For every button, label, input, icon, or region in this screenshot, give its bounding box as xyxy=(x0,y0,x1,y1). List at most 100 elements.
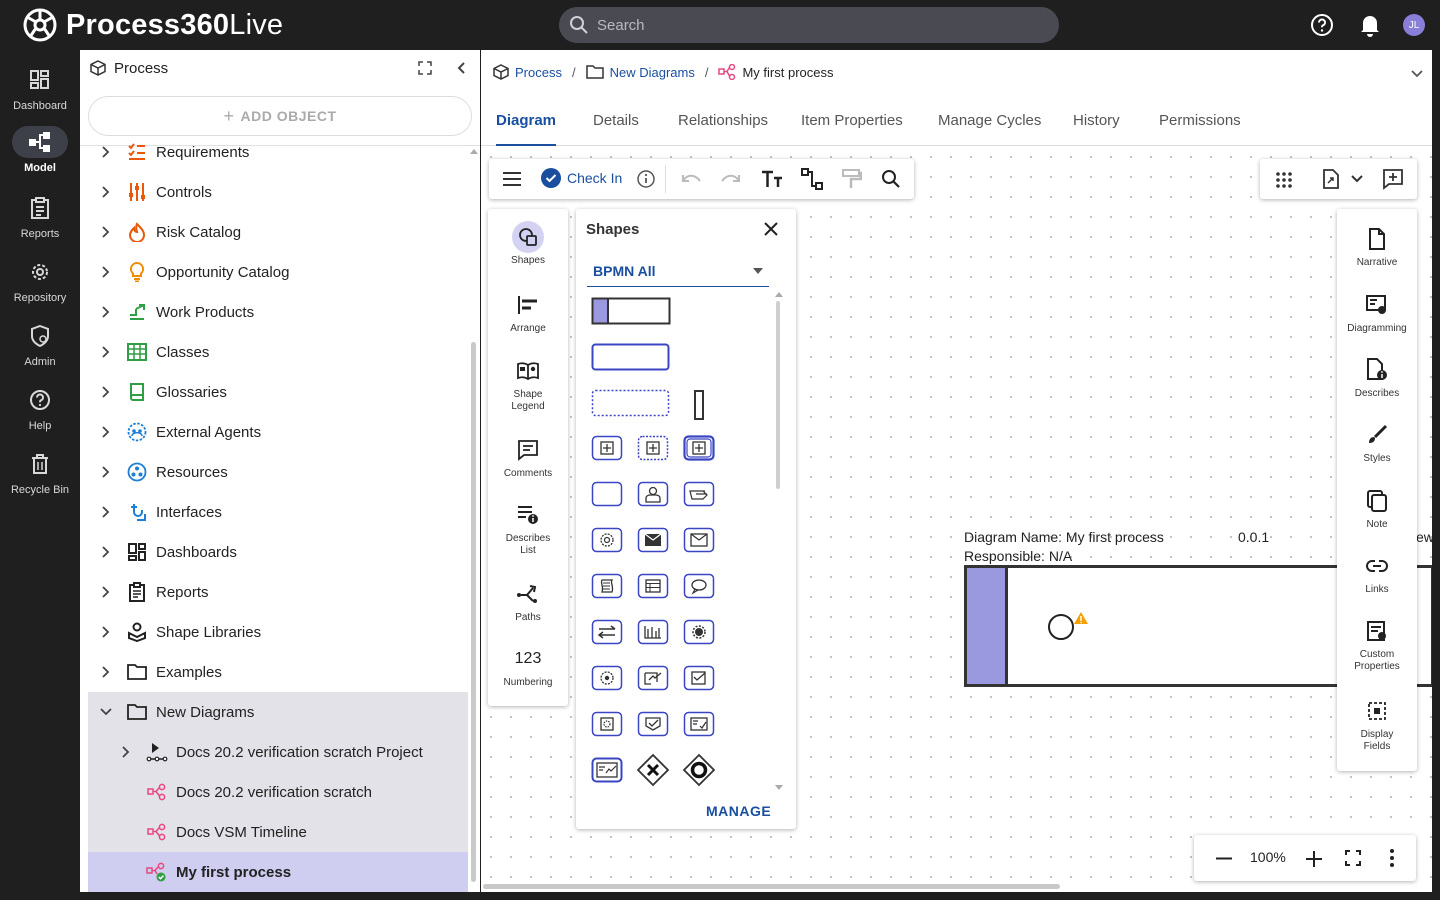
approval-task-shape[interactable] xyxy=(637,711,669,737)
panel-describes[interactable]: Describes xyxy=(1337,356,1417,400)
notifications-bell-icon[interactable] xyxy=(1359,13,1381,37)
tree-item-docs-20-2-verification-scratch[interactable]: Docs 20.2 verification scratch xyxy=(88,772,468,812)
nav-admin[interactable]: Admin xyxy=(0,320,80,384)
pool-header[interactable] xyxy=(967,568,1008,684)
tree-item-opportunity-catalog[interactable]: Opportunity Catalog xyxy=(88,252,468,292)
search-input[interactable] xyxy=(597,16,1017,34)
review-task-shape[interactable] xyxy=(683,711,715,737)
scroll-up-arrow-icon[interactable] xyxy=(775,291,783,297)
app-logo[interactable]: Process360Live xyxy=(22,7,283,43)
zoom-out-icon[interactable] xyxy=(1216,857,1232,860)
multi-instance-shape[interactable] xyxy=(591,665,623,691)
chevron-right-icon[interactable] xyxy=(96,546,116,558)
format-painter-icon[interactable] xyxy=(842,168,862,190)
tree-item-reports[interactable]: Reports xyxy=(88,572,468,612)
chevron-right-icon[interactable] xyxy=(96,146,116,158)
panel-links[interactable]: Links xyxy=(1337,552,1417,596)
redo-icon[interactable] xyxy=(720,171,742,185)
chevron-down-icon[interactable] xyxy=(1411,70,1423,78)
chevron-right-icon[interactable] xyxy=(96,666,116,678)
receive-task-shape[interactable] xyxy=(683,527,715,553)
expand-icon[interactable] xyxy=(418,61,432,75)
tree-item-classes[interactable]: Classes xyxy=(88,332,468,372)
signoff-task-shape[interactable] xyxy=(591,757,623,783)
panel-shape-legend[interactable]: Shape Legend xyxy=(488,357,568,413)
compensation-task-shape[interactable] xyxy=(591,711,623,737)
tab-diagram[interactable]: Diagram xyxy=(496,112,556,146)
apps-grid-icon[interactable] xyxy=(1275,171,1293,189)
panel-narrative[interactable]: Narrative xyxy=(1337,225,1417,269)
exchange-task-shape[interactable] xyxy=(591,619,623,645)
check-in-button[interactable]: Check In xyxy=(541,168,622,188)
chevron-right-icon[interactable] xyxy=(96,426,116,438)
tree-item-work-products[interactable]: Work Products xyxy=(88,292,468,332)
tree-item-docs-20-2-verification-scratch-project[interactable]: Docs 20.2 verification scratch Project xyxy=(88,732,468,772)
tree-item-external-agents[interactable]: External Agents xyxy=(88,412,468,452)
chevron-right-icon[interactable] xyxy=(96,466,116,478)
tree-item-shape-libraries[interactable]: Shape Libraries xyxy=(88,612,468,652)
menu-icon[interactable] xyxy=(502,171,522,187)
help-icon[interactable] xyxy=(1310,13,1334,37)
shape-library-select[interactable]: BPMN All xyxy=(587,255,769,287)
tab-history[interactable]: History xyxy=(1073,112,1120,146)
search-bar[interactable] xyxy=(559,7,1059,43)
text-size-icon[interactable] xyxy=(761,170,783,188)
undo-icon[interactable] xyxy=(680,171,702,185)
panel-shapes[interactable]: Shapes xyxy=(488,221,568,267)
group-shape[interactable] xyxy=(591,389,671,417)
panel-note[interactable]: Note xyxy=(1337,487,1417,531)
nav-recycle-bin[interactable]: Recycle Bin xyxy=(0,448,80,512)
tree-item-my-first-process[interactable]: My first process xyxy=(88,852,468,892)
exclusive-gateway-shape[interactable] xyxy=(636,753,670,787)
add-object-button[interactable]: + ADD OBJECT xyxy=(88,96,472,136)
gear-task-shape[interactable] xyxy=(683,619,715,645)
export-document-icon[interactable] xyxy=(1322,169,1340,189)
service-task-shape[interactable] xyxy=(591,527,623,553)
fit-screen-icon[interactable] xyxy=(1345,850,1361,866)
script-task-shape[interactable] xyxy=(591,573,623,599)
breadcrumb-folder-link[interactable]: New Diagrams xyxy=(610,65,695,80)
nav-dashboard[interactable]: Dashboard xyxy=(0,64,80,128)
nav-model[interactable]: Model xyxy=(0,126,80,190)
tree-item-risk-catalog[interactable]: Risk Catalog xyxy=(88,212,468,252)
chevron-down-icon[interactable] xyxy=(96,708,116,716)
canvas-horizontal-scrollbar[interactable] xyxy=(483,884,1060,889)
panel-display-fields[interactable]: Display Fields xyxy=(1337,697,1417,753)
more-options-icon[interactable] xyxy=(1390,849,1394,867)
nav-repository[interactable]: Repository xyxy=(0,256,80,320)
chevron-right-icon[interactable] xyxy=(96,226,116,238)
user-task-shape[interactable] xyxy=(637,481,669,507)
close-icon[interactable] xyxy=(764,222,778,236)
chevron-right-icon[interactable] xyxy=(96,266,116,278)
chevron-right-icon[interactable] xyxy=(116,746,136,758)
tree-item-docs-vsm-timeline[interactable]: Docs VSM Timeline xyxy=(88,812,468,852)
diagram-canvas[interactable]: Check In Shapes Arrange Shape Legend Com… xyxy=(481,147,1432,892)
nav-reports[interactable]: Reports xyxy=(0,192,80,256)
panel-custom-properties[interactable]: Custom Properties xyxy=(1337,617,1417,673)
tab-manage-cycles[interactable]: Manage Cycles xyxy=(938,112,1041,146)
chart-task-shape[interactable] xyxy=(637,619,669,645)
tree-item-requirements[interactable]: Requirements xyxy=(88,132,468,172)
shapes-scrollbar[interactable] xyxy=(776,301,780,489)
chevron-right-icon[interactable] xyxy=(96,306,116,318)
start-event-shape[interactable] xyxy=(1047,611,1089,645)
tree-item-controls[interactable]: Controls xyxy=(88,172,468,212)
checklist-task-shape[interactable] xyxy=(683,665,715,691)
signature-task-shape[interactable] xyxy=(637,665,669,691)
info-icon[interactable] xyxy=(637,170,655,188)
chevron-right-icon[interactable] xyxy=(96,506,116,518)
subprocess-shape[interactable] xyxy=(591,435,623,461)
collapse-panel-icon[interactable] xyxy=(456,61,466,75)
tree-scrollbar[interactable] xyxy=(471,342,476,882)
tab-details[interactable]: Details xyxy=(593,112,639,146)
panel-styles[interactable]: Styles xyxy=(1337,421,1417,465)
manual-task-shape[interactable] xyxy=(683,481,715,507)
task-shape[interactable] xyxy=(591,481,623,507)
chevron-right-icon[interactable] xyxy=(96,346,116,358)
search-icon[interactable] xyxy=(881,169,901,189)
connector-icon[interactable] xyxy=(801,168,823,190)
event-gateway-shape[interactable] xyxy=(682,753,716,787)
chevron-down-icon[interactable] xyxy=(1351,175,1363,183)
chevron-right-icon[interactable] xyxy=(96,586,116,598)
tree-item-dashboards[interactable]: Dashboards xyxy=(88,532,468,572)
